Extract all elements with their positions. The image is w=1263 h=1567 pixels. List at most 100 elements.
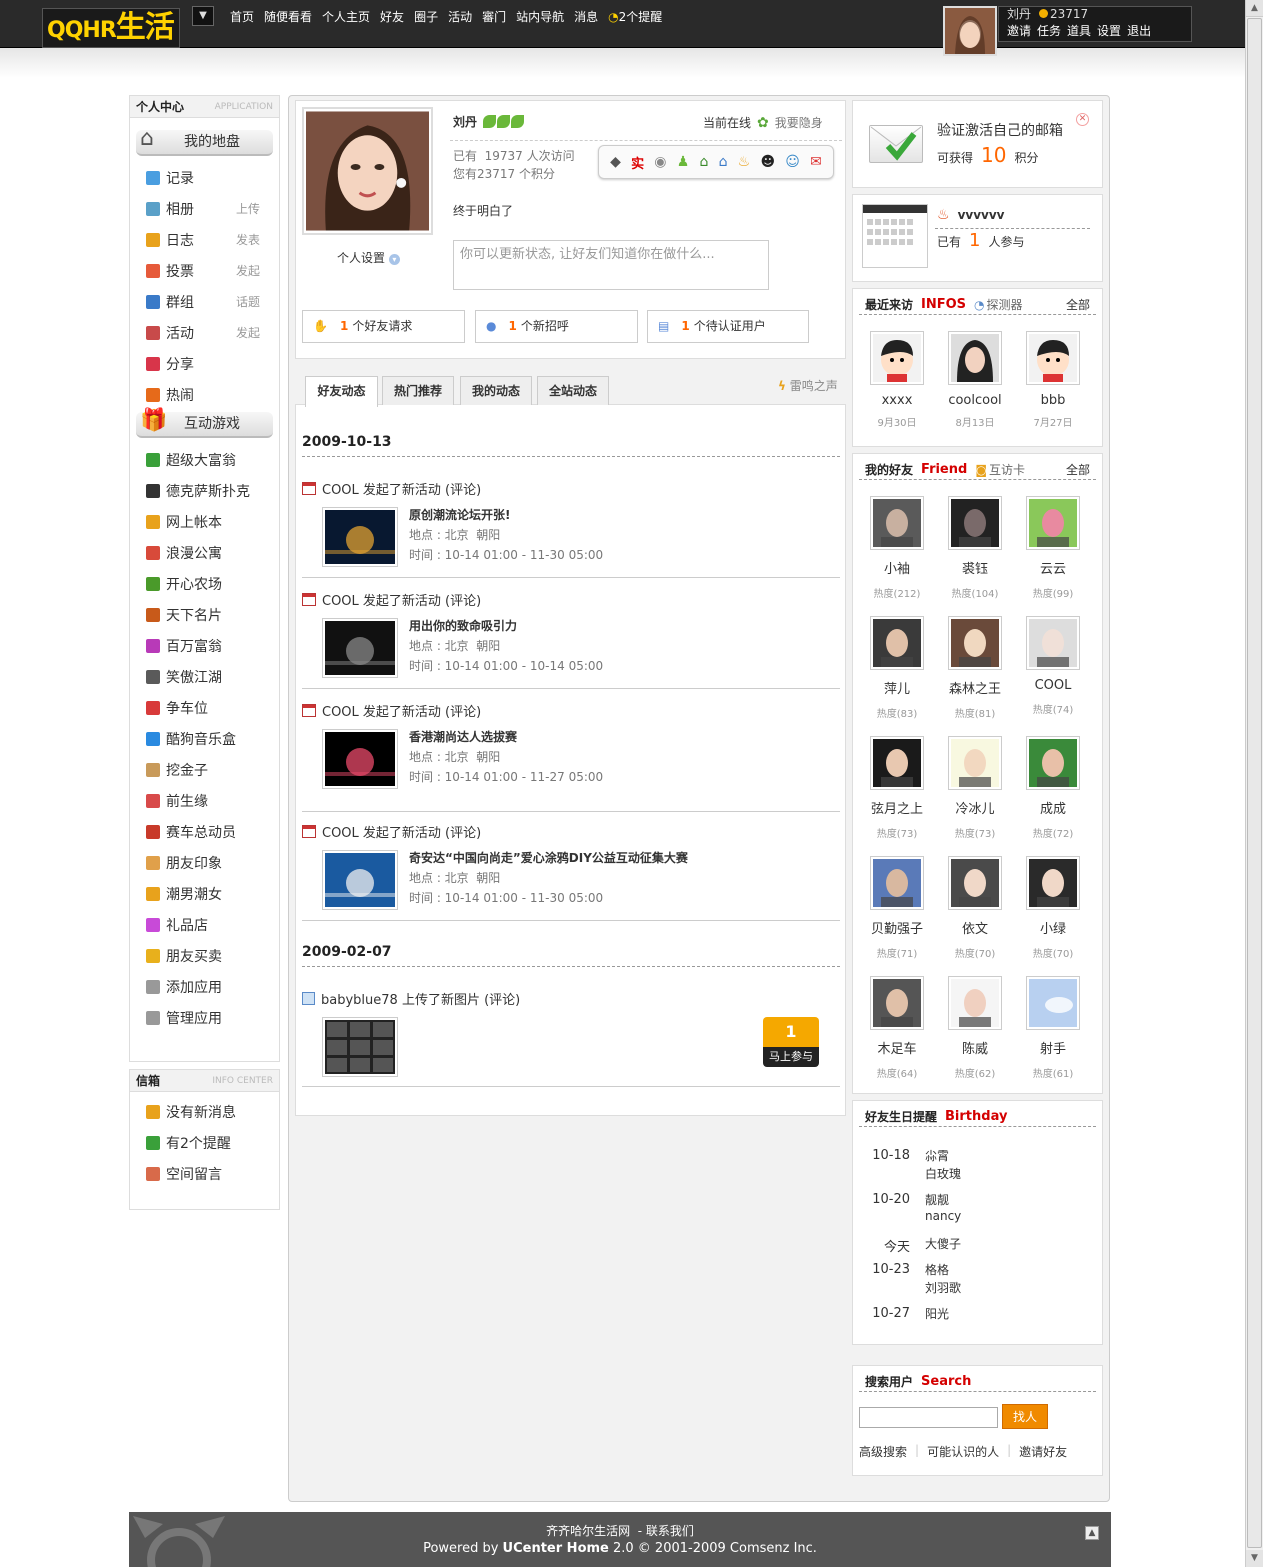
friend-name[interactable]: 冷冰儿 — [938, 798, 1012, 817]
house-icon[interactable]: ⌂ — [719, 154, 728, 170]
invite-friends-link[interactable]: 邀请好友 — [1019, 1443, 1067, 1460]
visitor-item[interactable]: coolcool 8月13日 — [938, 331, 1012, 429]
tab-site-feed[interactable]: 全站动态 — [537, 376, 609, 405]
back-to-top-icon[interactable]: ▲ — [1085, 1526, 1099, 1540]
game-item[interactable]: 德克萨斯扑克 — [130, 475, 279, 506]
inbox-item[interactable]: 空间留言 — [130, 1158, 279, 1189]
friend-name[interactable]: 木足车 — [860, 1038, 934, 1057]
game-item[interactable]: 赛车总动员 — [130, 816, 279, 847]
friend-name[interactable]: 射手 — [1016, 1038, 1090, 1057]
feed-item-title[interactable]: 奇安达“中国向尚走”爱心涂鸦DIY公益互动征集大赛 — [409, 848, 688, 868]
nav-friends[interactable]: 好友 — [380, 8, 404, 24]
my-space-item-action[interactable]: 上传 — [236, 200, 260, 217]
friend-avatar[interactable] — [948, 736, 1002, 790]
game-item[interactable]: 礼品店 — [130, 909, 279, 940]
game-item[interactable]: 天下名片 — [130, 599, 279, 630]
friend-item[interactable]: 小袖 热度(212) — [860, 496, 934, 600]
game-item[interactable]: 前生缘 — [130, 785, 279, 816]
feed-item-head-text[interactable]: COOL 发起了新活动 (评论) — [322, 479, 481, 498]
friend-item[interactable]: 陈威 热度(62) — [938, 976, 1012, 1080]
friend-item[interactable]: 冷冰儿 热度(73) — [938, 736, 1012, 840]
greeting-notice[interactable]: ● 1 个新招呼 — [475, 310, 638, 343]
friend-item[interactable]: 贝勤强子 热度(71) — [860, 856, 934, 960]
birthday-friend-name[interactable]: 白玫瑰 — [925, 1165, 961, 1182]
friend-avatar[interactable] — [1026, 496, 1080, 550]
feed-item-title[interactable]: 原创潮流论坛开张! — [409, 505, 603, 525]
birthday-friend-name[interactable]: 大傻子 — [925, 1235, 961, 1252]
visitor-avatar[interactable] — [948, 331, 1002, 385]
friend-item[interactable]: 小绿 热度(70) — [1016, 856, 1090, 960]
user-link-tasks[interactable]: 任务 — [1037, 22, 1061, 40]
game-item[interactable]: 争车位 — [130, 692, 279, 723]
friend-item[interactable]: 依文 热度(70) — [938, 856, 1012, 960]
user-link-logout[interactable]: 退出 — [1127, 22, 1151, 40]
feed-item-thumb[interactable] — [322, 618, 398, 678]
nav-browse[interactable]: 随便看看 — [264, 8, 312, 24]
people-you-may-know-link[interactable]: 可能认识的人 — [927, 1443, 999, 1460]
friend-avatar[interactable] — [948, 496, 1002, 550]
tab-friend-feed[interactable]: 好友动态 — [305, 376, 378, 407]
visitor-item[interactable]: xxxx 9月30日 — [860, 331, 934, 429]
feed-item-thumb[interactable] — [322, 507, 398, 567]
friend-avatar[interactable] — [870, 616, 924, 670]
nav-dropdown-button[interactable]: ▼ — [192, 6, 214, 26]
user-link-settings[interactable]: 设置 — [1097, 22, 1121, 40]
profile-avatar[interactable] — [302, 107, 433, 235]
search-user-input[interactable] — [859, 1407, 998, 1428]
visitor-name[interactable]: bbb — [1016, 393, 1090, 408]
friend-item[interactable]: 弦月之上 热度(73) — [860, 736, 934, 840]
visitors-all-link[interactable]: 全部 — [1066, 296, 1090, 313]
friends-tool-link[interactable]: 互访卡 — [989, 461, 1025, 478]
friend-item[interactable]: 射手 热度(61) — [1016, 976, 1090, 1080]
game-item[interactable]: 酷狗音乐盒 — [130, 723, 279, 754]
page-scrollbar[interactable]: ▲ ▼ — [1245, 0, 1263, 1567]
verify-user-notice[interactable]: ▤ 1 个待认证用户 — [647, 310, 809, 343]
my-space-item-action[interactable]: 话题 — [236, 293, 260, 310]
friend-item[interactable]: 萍儿 热度(83) — [860, 616, 934, 720]
friend-avatar[interactable] — [948, 856, 1002, 910]
top-username[interactable]: 刘丹 — [1007, 7, 1031, 21]
gmail-icon[interactable]: ✉ — [810, 154, 822, 170]
game-item[interactable]: 网上帐本 — [130, 506, 279, 537]
user-link-props[interactable]: 道具 — [1067, 22, 1091, 40]
feed-upload-head-text[interactable]: babyblue78 上传了新图片 (评论) — [321, 989, 520, 1008]
nav-events[interactable]: 活动 — [448, 8, 472, 24]
qq-icon[interactable]: ☻ — [760, 154, 775, 170]
my-space-item[interactable]: 记录 — [130, 162, 279, 193]
friend-avatar[interactable] — [1026, 856, 1080, 910]
feed-item-head-text[interactable]: COOL 发起了新活动 (评论) — [322, 822, 481, 841]
friend-item[interactable]: 木足车 热度(64) — [860, 976, 934, 1080]
friend-name[interactable]: 小袖 — [860, 558, 934, 577]
friend-item[interactable]: 云云 热度(99) — [1016, 496, 1090, 600]
tab-my-feed[interactable]: 我的动态 — [460, 376, 532, 405]
nav-home[interactable]: 首页 — [230, 8, 254, 24]
friend-name[interactable]: 云云 — [1016, 558, 1090, 577]
join-badge[interactable]: 1 马上参与 — [763, 1017, 819, 1067]
friend-item[interactable]: 森林之王 热度(81) — [938, 616, 1012, 720]
scrollbar-thumb[interactable] — [1247, 18, 1262, 1548]
advanced-search-link[interactable]: 高级搜索 — [859, 1443, 907, 1460]
verify-email-title[interactable]: 验证激活自己的邮箱 — [937, 120, 1063, 140]
birthday-friend-name[interactable]: 格格 — [925, 1261, 949, 1278]
hide-status-link[interactable]: 我要隐身 — [775, 114, 823, 131]
nav-circles[interactable]: 圈子 — [414, 8, 438, 24]
friend-name[interactable]: 萍儿 — [860, 678, 934, 697]
friend-avatar[interactable] — [1026, 736, 1080, 790]
event-name[interactable]: vvvvvv — [958, 208, 1005, 222]
friend-name[interactable]: 森林之王 — [938, 678, 1012, 697]
friends-all-link[interactable]: 全部 — [1066, 461, 1090, 478]
person-icon[interactable]: ♟ — [677, 154, 690, 170]
tab-hot[interactable]: 热门推荐 — [382, 376, 454, 405]
realname-icon[interactable]: 实 — [631, 153, 644, 172]
game-item[interactable]: 管理应用 — [130, 1002, 279, 1033]
feed-item-thumb[interactable] — [322, 850, 398, 910]
game-item[interactable]: 笑傲江湖 — [130, 661, 279, 692]
friend-avatar[interactable] — [870, 976, 924, 1030]
profile-settings-link[interactable]: 个人设置 ▾ — [337, 249, 400, 266]
nav-profile[interactable]: 个人主页 — [322, 8, 370, 24]
friend-name[interactable]: 小绿 — [1016, 918, 1090, 937]
friend-name[interactable]: 成成 — [1016, 798, 1090, 817]
friend-name[interactable]: 贝勤强子 — [860, 918, 934, 937]
my-space-item-action[interactable]: 发起 — [236, 324, 260, 341]
feed-item-thumb[interactable] — [322, 729, 398, 789]
